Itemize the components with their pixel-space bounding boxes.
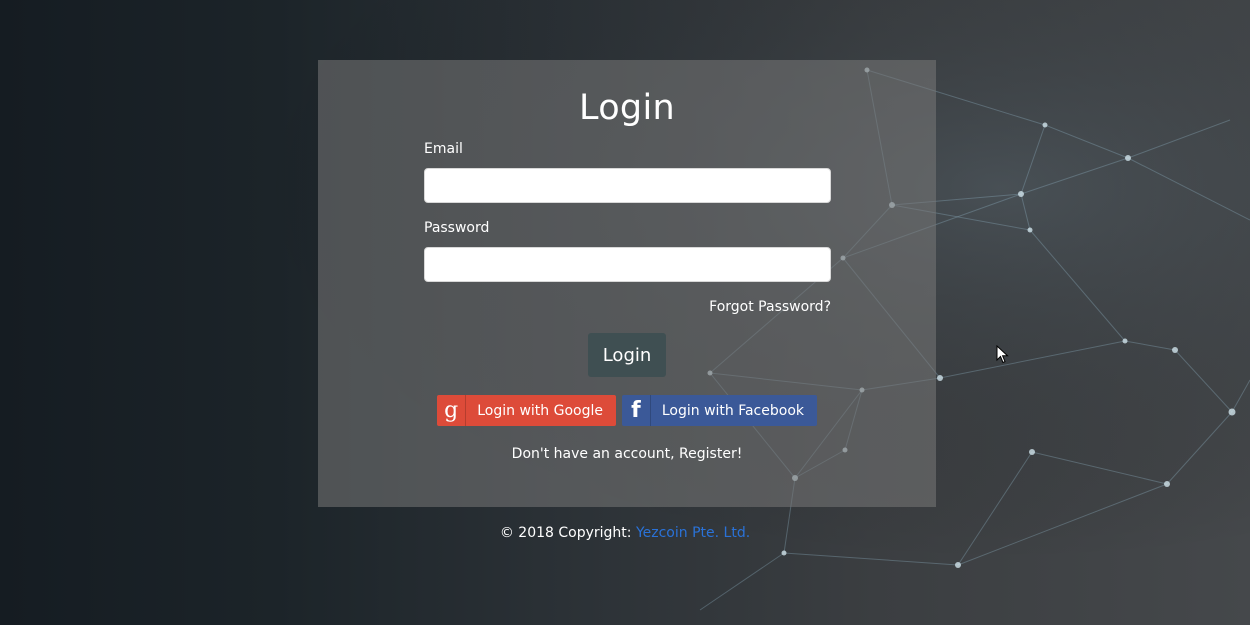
register-link[interactable]: Don't have an account, Register!	[318, 446, 936, 462]
login-card: Login Email Password Forgot Password? Lo…	[318, 60, 936, 507]
google-g-icon: g	[437, 395, 467, 426]
password-field[interactable]	[424, 247, 831, 282]
facebook-login-button[interactable]: f Login with Facebook	[622, 395, 817, 426]
facebook-f-icon: f	[622, 395, 651, 426]
google-login-label: Login with Google	[477, 402, 603, 419]
email-label: Email	[424, 141, 463, 157]
company-link[interactable]: Yezcoin Pte. Ltd.	[636, 525, 750, 541]
login-button[interactable]: Login	[588, 333, 666, 377]
password-label: Password	[424, 220, 490, 236]
email-field[interactable]	[424, 168, 831, 203]
google-login-button[interactable]: g Login with Google	[437, 395, 616, 426]
page-title: Login	[579, 88, 675, 128]
forgot-password-link[interactable]: Forgot Password?	[709, 299, 831, 315]
mouse-cursor-icon	[996, 345, 1009, 364]
copyright-text: © 2018 Copyright:	[499, 525, 636, 541]
facebook-login-label: Login with Facebook	[661, 402, 804, 419]
footer: © 2018 Copyright: Yezcoin Pte. Ltd.	[0, 525, 1250, 541]
